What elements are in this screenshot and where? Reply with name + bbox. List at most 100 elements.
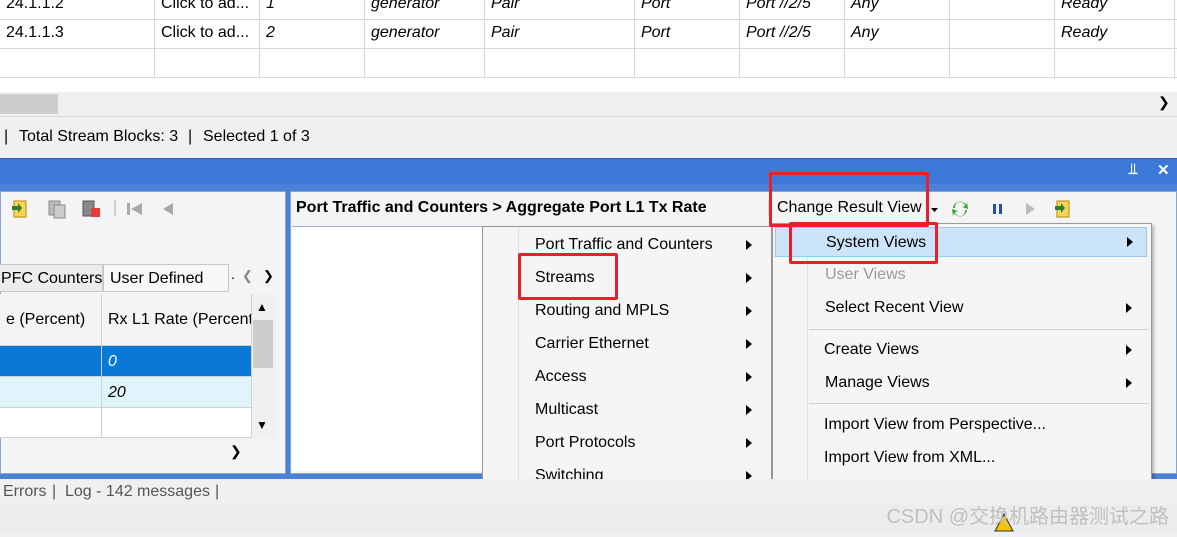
grid-cell-empty — [635, 48, 740, 77]
grid-cell-empty — [365, 48, 485, 77]
stream-block-grid: 24.1.1.2 Click to ad... 1 generator Pair… — [0, 0, 1177, 92]
grid-cell-port: Port //2/5 — [740, 0, 845, 19]
menu-item-routing-mpls[interactable]: Routing and MPLS — [483, 296, 771, 326]
clear-icon[interactable] — [80, 198, 100, 218]
tab-scroll-left-icon[interactable]: ❮ — [242, 268, 253, 284]
table-cell[interactable] — [0, 377, 102, 408]
table-row[interactable]: 24.1.1.2 Click to ad... 1 generator Pair… — [0, 0, 1177, 20]
menu-item-label: Multicast — [535, 401, 599, 418]
grid-cell-type: generator — [365, 19, 485, 48]
menu-item-manage-views[interactable]: Manage Views — [773, 368, 1151, 398]
menu-item-label: Access — [535, 368, 587, 385]
log-tab[interactable]: Log - 142 messages — [65, 479, 210, 505]
grid-cell-empty — [740, 48, 845, 77]
menu-item-label: Create Views — [824, 341, 919, 358]
grid-cell-port: Port //2/5 — [740, 19, 845, 48]
total-stream-blocks: Total Stream Blocks: 3 — [19, 128, 179, 145]
tab-pfc-counters[interactable]: PFC Counters — [0, 264, 103, 292]
submenu-arrow-icon — [1126, 303, 1132, 313]
submenu-arrow-icon — [746, 306, 752, 316]
separator: | — [113, 199, 118, 216]
menu-separator — [809, 403, 1149, 404]
grid-cell-match: Any — [845, 19, 950, 48]
grid-cell-empty — [1055, 48, 1175, 77]
import-icon[interactable] — [10, 198, 30, 218]
table-cell[interactable] — [0, 346, 102, 377]
previous-page-icon[interactable] — [157, 198, 177, 218]
menu-item-label: Carrier Ethernet — [535, 335, 649, 352]
grid-cell-status: Ready — [1055, 0, 1175, 19]
pin-icon[interactable]: ⫫ — [1129, 161, 1137, 178]
grid-cell-empty — [845, 48, 950, 77]
menu-item-label: Select Recent View — [825, 299, 964, 316]
grid-cell-num: 2 — [260, 19, 365, 48]
grid-cell-kind: Port — [635, 0, 740, 19]
menu-item-user-views: User Views — [773, 260, 1151, 290]
menu-item-label: Port Protocols — [535, 434, 636, 451]
tab-label: PFC Counters — [1, 270, 103, 287]
import-icon[interactable] — [1053, 198, 1073, 218]
results-title-bar — [0, 158, 1177, 185]
grid-cell-kind: Port — [635, 19, 740, 48]
menu-item-import-perspective[interactable]: Import View from Perspective... — [773, 410, 1151, 440]
menu-item-port-protocols[interactable]: Port Protocols — [483, 428, 771, 458]
errors-tab[interactable]: Errors — [3, 479, 47, 505]
table-row — [0, 48, 1177, 78]
grid-cell-empty — [950, 48, 1055, 77]
watermark: CSDN @交换机路由器测试之路 — [886, 506, 1169, 528]
results-table: e (Percent) Rx L1 Rate (Percent 0 20 — [0, 294, 252, 438]
submenu-arrow-icon — [1126, 345, 1132, 355]
submenu-arrow-icon — [1127, 237, 1133, 247]
menu-item-select-recent-view[interactable]: Select Recent View — [773, 293, 1151, 323]
submenu-arrow-icon — [746, 240, 752, 250]
column-header[interactable]: Rx L1 Rate (Percent — [102, 294, 252, 346]
scroll-up-icon[interactable]: ▲ — [256, 300, 268, 314]
menu-item-multicast[interactable]: Multicast — [483, 395, 771, 425]
grid-cell-empty — [485, 48, 635, 77]
horizontal-scrollbar[interactable] — [0, 92, 1177, 117]
grid-cell-num: 1 — [260, 0, 365, 19]
grid-cell-match: Any — [845, 0, 950, 19]
close-icon[interactable]: ✕ — [1157, 161, 1170, 179]
grid-cell-name[interactable]: Click to ad... — [155, 0, 260, 19]
dropdown-arrow-icon[interactable] — [929, 200, 940, 218]
play-icon[interactable] — [1020, 198, 1040, 218]
refresh-icon[interactable] — [949, 198, 969, 218]
submenu-arrow-icon — [746, 372, 752, 382]
grid-cell-blank — [950, 19, 1055, 48]
menu-separator — [809, 329, 1149, 330]
scroll-down-icon[interactable]: ▼ — [256, 418, 268, 432]
table-cell — [0, 408, 102, 438]
scroll-right-icon[interactable]: ❯ — [1158, 94, 1170, 111]
column-header[interactable]: e (Percent) — [0, 294, 102, 346]
grid-cell-status: Ready — [1055, 19, 1175, 48]
grid-cell-empty — [260, 48, 365, 77]
table-row[interactable]: 24.1.1.3 Click to ad... 2 generator Pair… — [0, 19, 1177, 49]
table-cell[interactable]: 20 — [102, 377, 252, 408]
menu-item-access[interactable]: Access — [483, 362, 771, 392]
grid-cell-mode: Pair — [485, 19, 635, 48]
submenu-arrow-icon — [746, 339, 752, 349]
tab-scroll-right-icon[interactable]: ❯ — [263, 268, 274, 284]
separator: | — [215, 483, 220, 500]
menu-item-label: Manage Views — [825, 374, 930, 391]
grid-cell-name[interactable]: Click to ad... — [155, 19, 260, 48]
table-cell[interactable]: 0 — [102, 346, 252, 377]
scrollbar-thumb[interactable] — [253, 320, 273, 368]
grid-cell-mode: Pair — [485, 0, 635, 19]
scrollbar-thumb[interactable] — [0, 94, 58, 114]
tab-overflow-icon[interactable]: . — [231, 266, 235, 282]
menu-item-carrier-ethernet[interactable]: Carrier Ethernet — [483, 329, 771, 359]
separator: | — [52, 483, 57, 500]
first-page-icon[interactable] — [124, 198, 144, 218]
menu-item-import-xml[interactable]: Import View from XML... — [773, 443, 1151, 473]
scroll-right-icon[interactable]: ❯ — [230, 443, 242, 460]
tab-user-defined[interactable]: User Defined — [103, 264, 229, 292]
breadcrumb: Port Traffic and Counters > Aggregate Po… — [296, 199, 707, 216]
pause-icon[interactable] — [987, 198, 1007, 218]
copy-icon[interactable] — [46, 198, 66, 219]
tab-label: User Defined — [110, 270, 204, 287]
menu-item-create-views[interactable]: Create Views — [773, 335, 1151, 365]
menu-item-label: Import View from XML... — [824, 449, 996, 466]
highlight-system-views — [789, 222, 938, 264]
